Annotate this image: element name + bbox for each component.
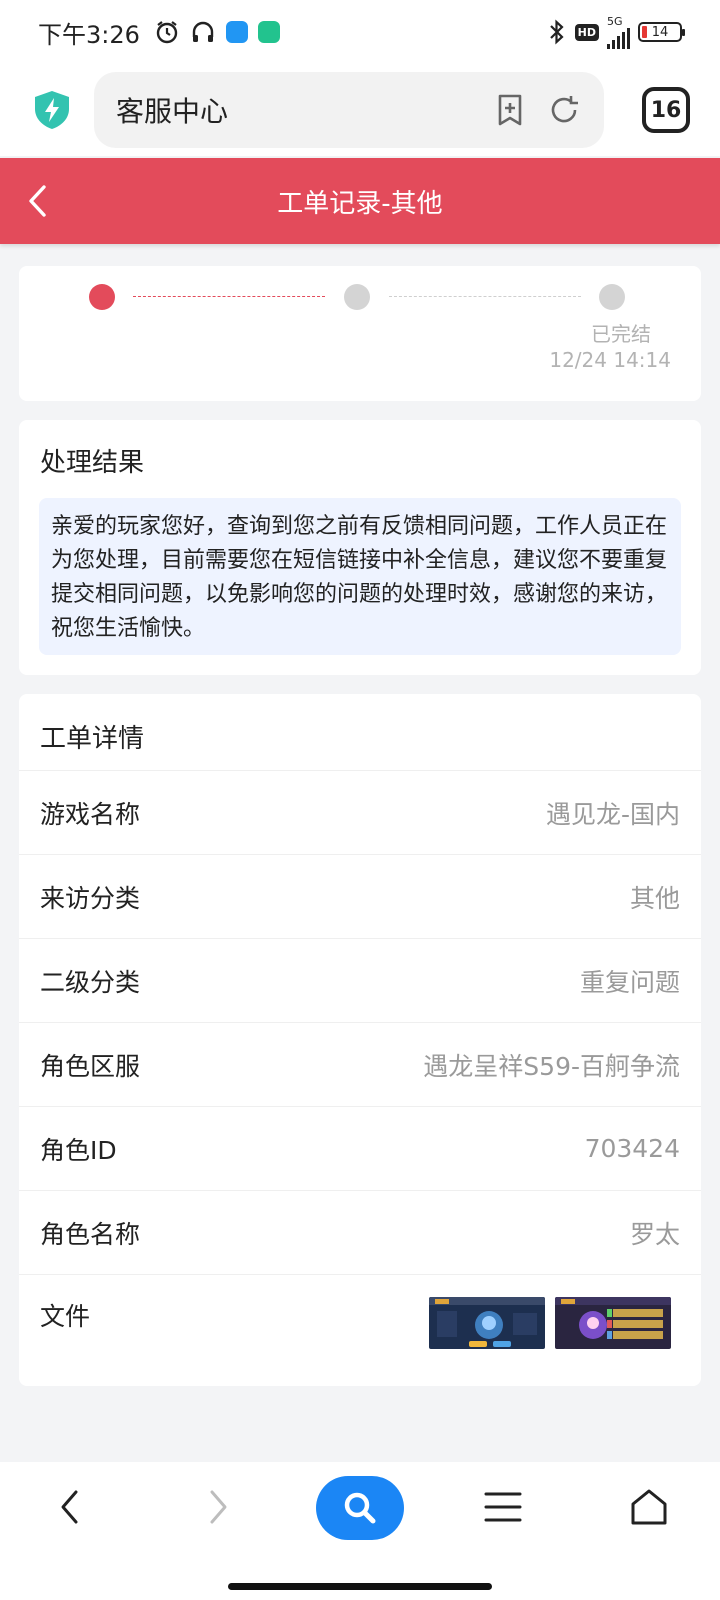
app-notification-icon: [225, 21, 248, 43]
bottom-navigation: [0, 1462, 720, 1600]
detail-row-game-name: 游戏名称 遇见龙-国内: [19, 770, 701, 854]
step-dot-3: [599, 284, 625, 310]
add-bookmark-icon[interactable]: [492, 92, 528, 128]
detail-row-role-id: 角色ID 703424: [19, 1106, 701, 1190]
signal-icon: 5G: [607, 16, 630, 49]
battery-icon: 14: [638, 22, 685, 42]
page-header: 工单记录-其他: [0, 158, 720, 244]
battery-level: 14: [651, 24, 669, 40]
detail-label: 游戏名称: [40, 799, 141, 829]
detail-value: 遇龙呈祥S59-百舸争流: [423, 1051, 680, 1081]
refresh-icon[interactable]: [546, 92, 582, 128]
alarm-icon: [156, 21, 178, 44]
security-app-icon: [257, 21, 280, 43]
nav-search-button[interactable]: [316, 1476, 404, 1540]
detail-label: 角色ID: [40, 1135, 117, 1165]
back-icon: [61, 1490, 78, 1524]
detail-title: 工单详情: [40, 724, 145, 754]
nav-menu-button[interactable]: [458, 1476, 548, 1538]
nav-back-button[interactable]: [25, 1476, 115, 1538]
detail-label: 文件: [40, 1302, 91, 1331]
progress-card: 已完结 12/24 14:14: [19, 266, 701, 401]
nav-forward-button[interactable]: [173, 1476, 263, 1538]
url-text: 客服中心: [116, 95, 229, 128]
detail-value: 罗太: [629, 1219, 680, 1249]
file-thumbnails: [429, 1297, 671, 1349]
shield-icon[interactable]: [30, 88, 74, 132]
status-icons-left: [154, 19, 280, 45]
detail-value: 其他: [629, 883, 680, 913]
page-title: 工单记录-其他: [277, 188, 443, 219]
result-title: 处理结果: [40, 448, 145, 478]
detail-card: 工单详情 游戏名称 遇见龙-国内 来访分类 其他 二级分类 重复问题 角色区服 …: [19, 694, 701, 1386]
hd-badge: HD: [574, 23, 599, 41]
detail-row-category: 来访分类 其他: [19, 854, 701, 938]
bluetooth-icon: [549, 19, 564, 45]
forward-icon: [210, 1490, 227, 1524]
detail-row-server: 角色区服 遇龙呈祥S59-百舸争流: [19, 1022, 701, 1106]
url-field[interactable]: 客服中心: [94, 72, 604, 148]
detail-row-files: 文件: [19, 1274, 701, 1358]
detail-value: 重复问题: [579, 967, 680, 997]
status-bar: 下午3:26 HD 5G 14: [0, 0, 720, 64]
tab-count-button[interactable]: 16: [642, 87, 690, 133]
home-icon: [631, 1489, 667, 1525]
detail-label: 角色区服: [40, 1051, 141, 1081]
detail-row-role-name: 角色名称 罗太: [19, 1190, 701, 1274]
detail-label: 二级分类: [40, 967, 141, 997]
status-icons-right: HD 5G 14: [547, 16, 685, 49]
detail-value: 703424: [584, 1134, 680, 1163]
step-dot-1: [89, 284, 115, 310]
detail-value: 遇见龙-国内: [545, 799, 680, 829]
step-timestamp: 12/24 14:14: [549, 348, 671, 372]
step-connector-1: [133, 296, 325, 297]
detail-label: 角色名称: [40, 1219, 141, 1249]
file-thumbnail-1[interactable]: [429, 1297, 545, 1349]
menu-icon: [484, 1492, 522, 1522]
status-time: 下午3:26: [38, 20, 140, 49]
result-message: 亲爱的玩家您好，查询到您之前有反馈相同问题，工作人员正在为您处理，目前需要您在短…: [39, 498, 681, 655]
home-indicator[interactable]: [228, 1583, 492, 1590]
step-status-label: 已完结: [591, 322, 651, 346]
detail-label: 来访分类: [40, 883, 141, 913]
network-label: 5G: [607, 14, 623, 28]
back-arrow-icon[interactable]: [26, 183, 50, 219]
file-thumbnail-2[interactable]: [555, 1297, 671, 1349]
headphones-icon: [192, 21, 214, 42]
browser-address-bar: 客服中心 16: [0, 64, 720, 156]
step-connector-2: [389, 296, 581, 297]
nav-home-button[interactable]: [604, 1476, 694, 1538]
step-dot-2: [344, 284, 370, 310]
detail-row-subcategory: 二级分类 重复问题: [19, 938, 701, 1022]
result-card: 处理结果 亲爱的玩家您好，查询到您之前有反馈相同问题，工作人员正在为您处理，目前…: [19, 420, 701, 675]
search-icon: [344, 1492, 376, 1524]
